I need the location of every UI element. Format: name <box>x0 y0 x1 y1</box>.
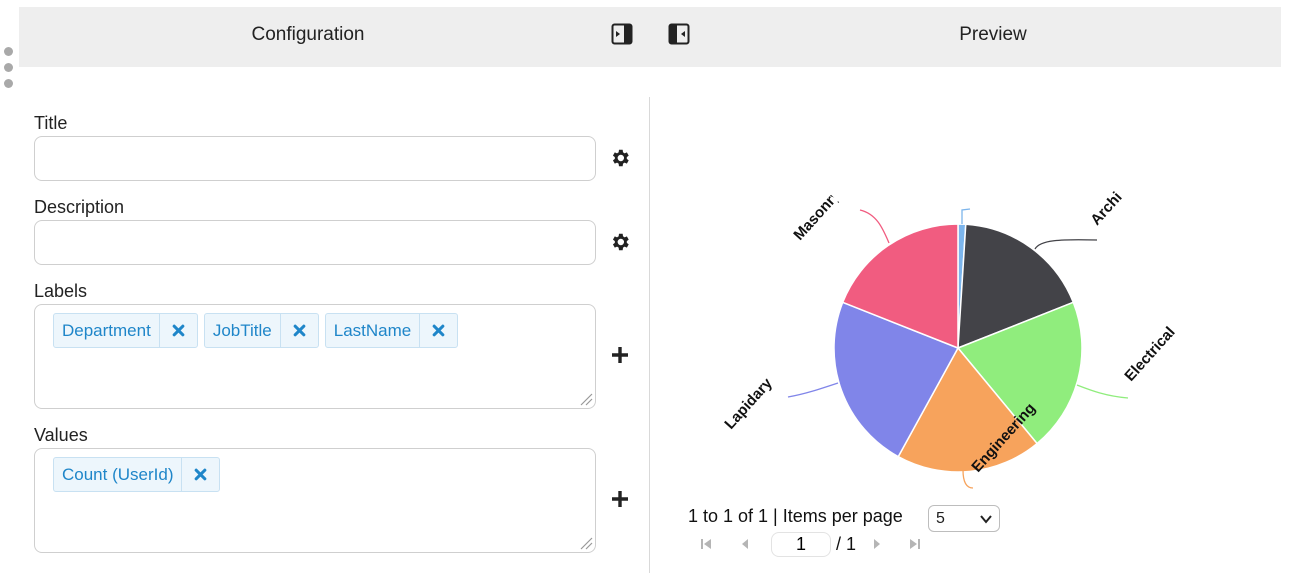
remove-tag-times-icon[interactable] <box>158 314 197 347</box>
label-tag-lastname: LastName <box>324 313 459 348</box>
description-settings-gear-icon[interactable] <box>609 231 631 253</box>
add-value-plus-icon[interactable] <box>609 488 631 510</box>
resize-handle-icon[interactable] <box>577 390 593 406</box>
tag-text: LastName <box>333 321 412 340</box>
pie-leader-line <box>962 469 974 489</box>
pie-label-masonry: Masonry <box>790 186 844 244</box>
pie-label-lapidary: Lapidary <box>721 374 776 432</box>
pie-chart: ArchitectureElectricalEngineeringLapidar… <box>721 152 1179 489</box>
sidebar-collapse-right-icon[interactable] <box>611 23 633 45</box>
pie-label-architecture: Architecture <box>1087 152 1159 229</box>
items-per-page-value: 5 <box>936 510 945 527</box>
label-tag-jobtitle: JobTitle <box>203 313 319 348</box>
title-label: Title <box>34 113 68 133</box>
tag-text: JobTitle <box>212 321 272 340</box>
pie-leader-line <box>859 209 890 244</box>
chevron-down-icon <box>980 515 992 524</box>
sidebar-collapse-left-icon[interactable] <box>668 23 690 45</box>
values-label: Values <box>34 425 88 445</box>
labels-label: Labels <box>34 281 88 301</box>
remove-tag-times-icon[interactable] <box>279 314 318 347</box>
tag-text: Department <box>62 321 151 340</box>
remove-tag-times-icon[interactable] <box>181 458 219 491</box>
title-settings-gear-icon[interactable] <box>609 147 631 169</box>
pie-leader-line <box>1076 384 1129 399</box>
pie-leader-line <box>961 208 971 224</box>
panel-drag-handle[interactable] <box>4 47 14 95</box>
configuration-title: Configuration <box>251 24 365 45</box>
first-page-icon[interactable] <box>699 536 713 552</box>
resize-handle-icon[interactable] <box>577 534 593 550</box>
last-page-icon[interactable] <box>908 536 922 552</box>
total-pages: / 1 <box>836 534 857 554</box>
pagination-summary: 1 to 1 of 1 | Items per page <box>688 506 903 526</box>
previous-page-icon[interactable] <box>738 536 752 552</box>
panel-header: Configuration Preview <box>19 7 1281 67</box>
values-tag-box[interactable]: Count (UserId) <box>34 448 596 553</box>
drag-dot <box>4 63 13 72</box>
remove-tag-times-icon[interactable] <box>419 314 457 347</box>
tag-text: Count (UserId) <box>62 465 174 484</box>
pie-label-electrical: Electrical <box>1121 324 1178 385</box>
items-per-page-select[interactable]: 5 <box>928 505 1000 532</box>
next-page-icon[interactable] <box>870 536 884 552</box>
title-input[interactable] <box>34 136 596 181</box>
add-label-plus-icon[interactable] <box>609 344 631 366</box>
label-tag-department: Department <box>53 313 198 348</box>
description-input[interactable] <box>34 220 596 265</box>
preview-title: Preview <box>959 24 1027 45</box>
pie-leader-line <box>787 382 839 398</box>
labels-tag-box[interactable]: Department JobTitle LastName <box>34 304 596 409</box>
description-label: Description <box>34 197 125 217</box>
current-page-input[interactable] <box>771 532 831 557</box>
pie-leader-line <box>1034 239 1098 250</box>
value-tag-count-userid: Count (UserId) <box>53 457 221 492</box>
drag-dot <box>4 79 13 88</box>
drag-dot <box>4 47 13 56</box>
